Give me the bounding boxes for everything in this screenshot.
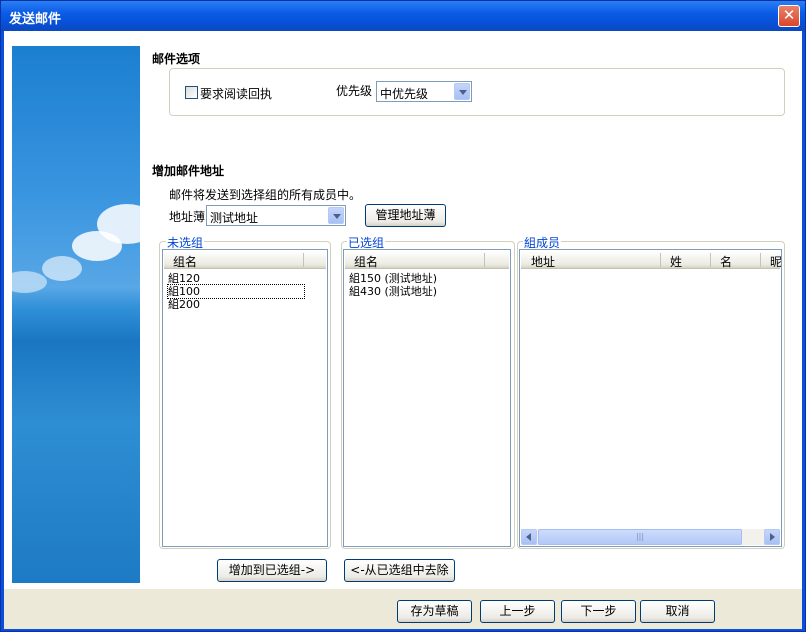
unselected-groups-list[interactable]: 组名 組120 組100 組200 [162,249,328,547]
cloud-shape [42,256,82,281]
dialog-footer: 存为草稿 上一步 下一步 取消 [4,589,802,629]
add-address-title: 增加邮件地址 [152,164,225,178]
send-mail-window: 发送邮件 ✕ 邮件选项 要求阅读回执 优先级 中优先级 增加邮件地址 邮件将发送… [0,0,806,632]
add-to-selected-button[interactable]: 增加到已选组-> [217,559,327,582]
save-draft-button[interactable]: 存为草稿 [397,600,472,623]
chevron-down-icon[interactable] [454,83,470,100]
window-title: 发送邮件 [9,12,62,27]
read-receipt-checkbox[interactable] [185,86,198,99]
scroll-right-icon[interactable] [764,529,780,545]
close-icon[interactable]: ✕ [778,5,800,27]
group-members-list[interactable]: 地址 姓 名 昵 ||| [519,249,782,547]
cloud-shape [12,271,47,293]
list-item[interactable]: 組120 [168,272,200,285]
scroll-left-icon[interactable] [521,529,537,545]
column-header-group-name[interactable]: 组名 [173,253,197,270]
column-separator[interactable] [484,253,485,267]
column-separator[interactable] [760,253,761,267]
previous-button[interactable]: 上一步 [480,600,555,623]
title-bar[interactable]: 发送邮件 ✕ [1,1,805,31]
list-header: 地址 姓 名 昵 [521,251,781,270]
list-item[interactable]: 組100 [167,284,305,299]
list-item[interactable]: 組150 (测试地址) [349,272,437,285]
address-book-label: 地址薄 [169,210,206,224]
scroll-thumb[interactable]: ||| [538,529,742,545]
address-book-select[interactable]: 测试地址 [206,205,346,226]
cancel-button[interactable]: 取消 [640,600,715,623]
address-book-value: 测试地址 [210,211,259,225]
list-header: 组名 [164,251,326,269]
column-separator[interactable] [710,253,711,267]
mail-options-title: 邮件选项 [152,52,201,66]
column-header-given-name[interactable]: 名 [720,253,732,270]
column-header-nickname[interactable]: 昵 [770,253,781,270]
column-header-group-name[interactable]: 组名 [354,253,378,270]
selected-groups-list[interactable]: 组名 組150 (测试地址) 組430 (测试地址) [343,249,511,547]
dialog-client-area: 邮件选项 要求阅读回执 优先级 中优先级 增加邮件地址 邮件将发送到选择组的所有… [4,31,802,629]
cloud-shape [72,231,122,261]
address-description: 邮件将发送到选择组的所有成员中。 [169,188,362,202]
list-item[interactable]: 組430 (测试地址) [349,285,437,298]
priority-select[interactable]: 中优先级 [376,81,472,102]
chevron-down-icon[interactable] [328,207,344,224]
read-receipt-label: 要求阅读回执 [200,87,273,101]
priority-label: 优先级 [336,84,373,98]
column-header-surname[interactable]: 姓 [670,253,682,270]
remove-from-selected-button[interactable]: <-从已选组中去除 [344,559,455,582]
column-separator[interactable] [660,253,661,267]
list-item[interactable]: 組200 [168,298,200,311]
column-separator[interactable] [303,253,304,267]
column-header-address[interactable]: 地址 [531,253,555,270]
manage-address-book-button[interactable]: 管理地址薄 [365,204,446,227]
horizontal-scrollbar[interactable]: ||| [521,529,780,545]
priority-value: 中优先级 [380,87,429,101]
list-header: 组名 [345,251,509,269]
ocean-sky-image [12,46,140,583]
next-button[interactable]: 下一步 [561,600,636,623]
